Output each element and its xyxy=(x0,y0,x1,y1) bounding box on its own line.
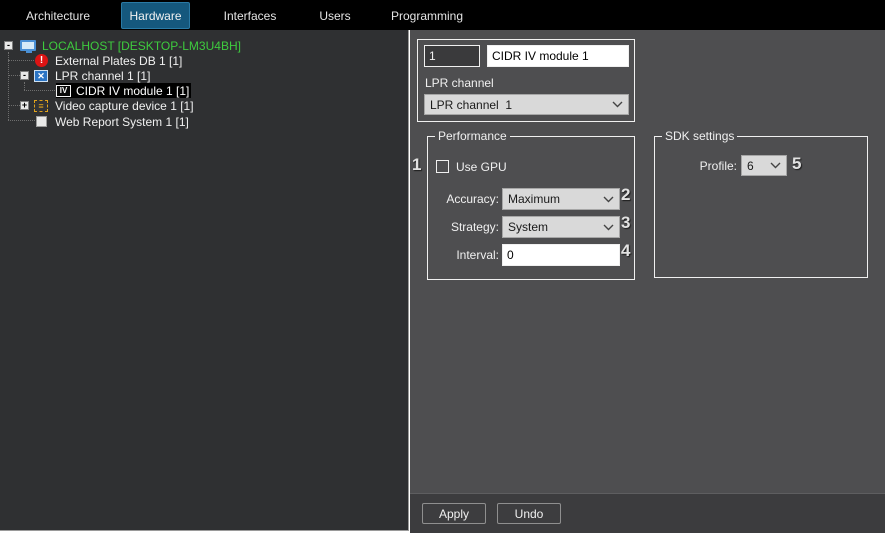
expander-expand[interactable]: + xyxy=(20,101,29,110)
tree-guide-line xyxy=(8,105,20,106)
tab-hardware[interactable]: Hardware xyxy=(121,2,190,29)
lpr-channel-label: LPR channel xyxy=(425,76,494,90)
performance-groupbox: Performance Use GPU Accuracy: Maximum St… xyxy=(427,136,635,280)
video-capture-icon: ≡ xyxy=(34,100,48,112)
tree-item-lpr-channel[interactable]: ✕ LPR channel 1 [1] xyxy=(34,68,152,83)
chevron-down-icon xyxy=(612,101,623,108)
hardware-tree: - LOCALHOST [DESKTOP-LM3U4BH] ! External… xyxy=(0,30,409,531)
button-strip: Apply Undo xyxy=(410,494,885,533)
web-report-icon xyxy=(36,116,47,127)
tree-item-web-report[interactable]: Web Report System 1 [1] xyxy=(36,114,191,129)
sdk-settings-groupbox: SDK settings Profile: 6 xyxy=(654,136,868,278)
accuracy-select[interactable]: Maximum xyxy=(502,188,620,210)
accuracy-value: Maximum xyxy=(508,192,603,206)
tree-item-label: LPR channel 1 [1] xyxy=(53,69,152,83)
tree-guide-line xyxy=(24,82,25,90)
computer-icon xyxy=(20,40,36,51)
annotation-1: 1 xyxy=(412,155,421,175)
apply-button[interactable]: Apply xyxy=(422,503,486,524)
tree-item-label: Web Report System 1 [1] xyxy=(53,115,191,129)
lpr-channel-select[interactable]: LPR channel 1 xyxy=(424,94,629,115)
expander-collapse[interactable]: - xyxy=(4,41,13,50)
profile-value: 6 xyxy=(747,159,770,173)
chevron-down-icon xyxy=(603,196,614,203)
chevron-down-icon xyxy=(770,162,781,169)
chevron-down-icon xyxy=(603,224,614,231)
annotation-2: 2 xyxy=(621,185,630,205)
module-name-field[interactable] xyxy=(487,45,629,67)
strategy-value: System xyxy=(508,220,603,234)
tree-guide-line xyxy=(24,90,55,91)
tab-users[interactable]: Users xyxy=(308,2,362,29)
undo-button[interactable]: Undo xyxy=(497,503,561,524)
tree-item-video-capture[interactable]: ≡ Video capture device 1 [1] xyxy=(34,98,196,113)
strategy-label: Strategy: xyxy=(428,220,499,234)
strategy-select[interactable]: System xyxy=(502,216,620,238)
tree-item-cidr-module[interactable]: IV CIDR IV module 1 [1] xyxy=(56,83,191,98)
cidr-module-icon: IV xyxy=(56,85,71,97)
tree-guide-line xyxy=(8,120,35,121)
tree-guide-line xyxy=(8,60,34,61)
interval-label: Interval: xyxy=(428,248,499,262)
profile-label: Profile: xyxy=(665,159,737,173)
tree-item-label: Video capture device 1 [1] xyxy=(53,99,196,113)
tree-item-localhost[interactable]: LOCALHOST [DESKTOP-LM3U4BH] xyxy=(20,38,243,53)
annotation-3: 3 xyxy=(621,213,630,233)
tree-guide-line xyxy=(8,52,9,120)
annotation-5: 5 xyxy=(792,154,801,174)
sdk-settings-title: SDK settings xyxy=(662,129,737,143)
use-gpu-checkbox[interactable] xyxy=(436,160,449,173)
use-gpu-label: Use GPU xyxy=(456,160,507,174)
identity-groupbox: LPR channel LPR channel 1 xyxy=(417,39,635,122)
profile-select[interactable]: 6 xyxy=(741,155,787,176)
annotation-4: 4 xyxy=(621,241,630,261)
tree-guide-line xyxy=(8,75,20,76)
module-detail-panel: LPR channel LPR channel 1 Performance Us… xyxy=(410,30,885,533)
lpr-channel-icon: ✕ xyxy=(34,70,48,82)
performance-title: Performance xyxy=(435,129,510,143)
tab-programming[interactable]: Programming xyxy=(384,2,470,29)
module-id-field[interactable] xyxy=(424,45,480,67)
tab-architecture[interactable]: Architecture xyxy=(18,2,98,29)
app-window: Architecture Hardware Interfaces Users P… xyxy=(0,0,885,533)
tree-item-label: LOCALHOST [DESKTOP-LM3U4BH] xyxy=(40,39,243,53)
tree-item-label: External Plates DB 1 [1] xyxy=(53,54,184,68)
tree-item-label: CIDR IV module 1 [1] xyxy=(74,84,191,98)
alert-icon: ! xyxy=(35,54,48,67)
selected-row-highlight: IV CIDR IV module 1 [1] xyxy=(56,83,191,98)
tree-item-external-plates-db[interactable]: ! External Plates DB 1 [1] xyxy=(35,53,184,68)
main-tabbar: Architecture Hardware Interfaces Users P… xyxy=(0,0,885,30)
tab-interfaces[interactable]: Interfaces xyxy=(212,2,288,29)
expander-collapse[interactable]: - xyxy=(20,71,29,80)
accuracy-label: Accuracy: xyxy=(428,192,499,206)
interval-field[interactable] xyxy=(502,244,620,266)
lpr-channel-value: LPR channel 1 xyxy=(430,98,612,112)
